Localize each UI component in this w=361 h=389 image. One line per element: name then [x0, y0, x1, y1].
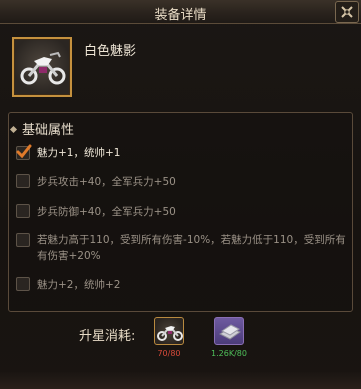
window-title: 装备详情 — [154, 8, 207, 23]
upgrade-cost-label: 升星消耗: — [79, 329, 136, 344]
attribute-text-5: 魅力+2，统帅+2 — [37, 279, 121, 291]
attribute-checkbox-5[interactable] — [16, 277, 30, 291]
title-bar: 装备详情 — [0, 0, 361, 24]
attributes-heading: 基础属性 — [9, 119, 74, 138]
attribute-text-4-line2: 有伤害+20% — [37, 250, 101, 262]
metal-plate-icon — [218, 324, 242, 340]
attribute-checkbox-2[interactable] — [16, 174, 30, 188]
attribute-checkbox-1[interactable] — [16, 144, 32, 160]
material-count-1: 70/80 — [157, 349, 181, 358]
attribute-text-3: 步兵防御+40，全军兵力+50 — [37, 206, 176, 218]
attribute-text-1: 魅力+1，统帅+1 — [37, 147, 121, 159]
checkmark-icon — [16, 144, 32, 159]
item-name: 白色魅影 — [84, 44, 137, 59]
attribute-checkbox-4[interactable] — [16, 233, 30, 247]
material-count-2: 1.26K/80 — [211, 349, 247, 358]
attribute-text-2: 步兵攻击+40，全军兵力+50 — [37, 176, 176, 188]
material-slot-1[interactable] — [154, 317, 184, 345]
close-button[interactable] — [335, 1, 359, 23]
equipment-details-panel: 装备详情 白色魅影 基础属性 魅力+1，统帅+1 步兵攻击+40，全军兵力+50 — [0, 0, 361, 389]
motorcycle-icon — [157, 326, 183, 341]
diamond-bullet-icon — [9, 125, 18, 134]
attribute-text-4-line1: 若魅力高于110，受到所有伤害-10%，若魅力低于110，受到所有 — [37, 234, 346, 246]
material-slot-2[interactable] — [214, 317, 244, 345]
motorcycle-icon — [20, 51, 66, 85]
attribute-checkbox-3[interactable] — [16, 204, 30, 218]
close-icon — [341, 6, 353, 18]
item-icon-frame[interactable] — [12, 37, 72, 97]
bottom-decoration — [0, 372, 361, 389]
